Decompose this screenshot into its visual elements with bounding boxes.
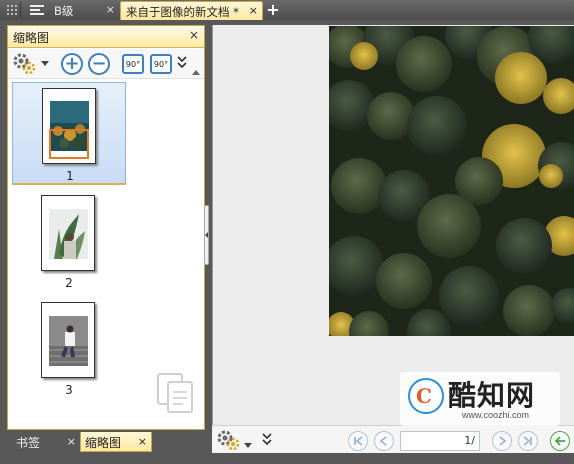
tab-strip-grip-icon[interactable]: [3, 2, 21, 18]
thumbnail-pane: 缩略图 × + − 90° 90° 1 2 3: [7, 25, 205, 430]
thumbnail-page-number: 1: [66, 169, 74, 183]
previous-page-button[interactable]: [374, 431, 394, 451]
tab-close-icon[interactable]: ×: [249, 4, 258, 17]
page-thumbnail: [41, 195, 95, 271]
viewport-indicator[interactable]: [49, 129, 89, 159]
bookmarks-tab-label: 书签: [16, 436, 41, 450]
page-thumbnail: [41, 302, 95, 378]
watermark-brand-text: 酷知网: [448, 379, 536, 412]
document-tab-strip: B级 × 来自于图像的新文档 * × +: [0, 0, 574, 20]
pane-splitter-handle[interactable]: [204, 205, 209, 265]
rotate-left-button[interactable]: 90°: [122, 54, 144, 74]
thumbnail-pane-title: 缩略图: [13, 31, 50, 45]
thumbnail-item[interactable]: 2: [12, 190, 126, 292]
pages-watermark-icon: [157, 373, 193, 413]
thumbnails-tab-close-icon[interactable]: ×: [138, 435, 147, 448]
rotate-right-button[interactable]: 90°: [150, 54, 172, 74]
first-page-button[interactable]: [348, 431, 368, 451]
tab-thumbnails[interactable]: 缩略图 ×: [80, 432, 152, 452]
settings-dropdown-icon[interactable]: [41, 61, 49, 67]
thumbnail-item[interactable]: 1: [12, 82, 126, 185]
new-tab-button[interactable]: +: [265, 2, 281, 18]
page-number-input[interactable]: 1/: [400, 431, 480, 451]
thumbnail-item[interactable]: 3: [12, 297, 126, 400]
thumbnail-pane-close-icon[interactable]: ×: [189, 28, 199, 42]
thumbnail-page-number: 2: [65, 276, 73, 290]
tab-document-b[interactable]: B级 ×: [24, 1, 119, 20]
tab-label: B级: [54, 4, 74, 18]
watermark-site-url: www.coozhi.com: [462, 410, 530, 420]
tab-label: 来自于图像的新文档 *: [126, 5, 239, 19]
tab-new-document-from-image[interactable]: 来自于图像的新文档 * ×: [120, 1, 263, 20]
nav-more-icon[interactable]: [262, 433, 272, 447]
page-navigation-bar: 1/: [212, 425, 574, 453]
person-thumbnail-image: [49, 316, 88, 366]
collapse-arrow-icon: [205, 232, 208, 238]
thumbnail-page-number: 3: [65, 383, 73, 397]
tab-close-icon[interactable]: ×: [106, 3, 115, 16]
go-back-view-button[interactable]: [550, 431, 570, 451]
view-settings-gear-icon[interactable]: [216, 429, 242, 451]
bookmarks-tab-close-icon[interactable]: ×: [67, 435, 76, 448]
site-logo-icon: C: [408, 378, 444, 414]
thumbnail-list: 1 2 3: [8, 80, 204, 430]
plants-thumbnail-image: [49, 209, 88, 259]
thumbnail-pane-header: 缩略图 ×: [8, 26, 204, 48]
next-page-button[interactable]: [492, 431, 512, 451]
last-page-button[interactable]: [518, 431, 538, 451]
tab-bookmarks[interactable]: 书签 ×: [12, 432, 80, 452]
scroll-up-icon[interactable]: [192, 70, 200, 75]
document-list-icon: [30, 4, 44, 16]
forest-aerial-photo: [329, 26, 574, 336]
site-watermark: C 酷知网 www.coozhi.com: [400, 372, 560, 426]
zoom-in-button[interactable]: +: [61, 53, 83, 75]
toolbar-more-icon[interactable]: [176, 55, 188, 71]
view-settings-dropdown-icon[interactable]: [244, 438, 252, 448]
document-view[interactable]: [212, 25, 574, 425]
zoom-out-button[interactable]: −: [88, 53, 110, 75]
settings-gear-icon[interactable]: [12, 52, 40, 76]
page-thumbnail: [42, 88, 96, 164]
thumbnails-tab-label: 缩略图: [85, 436, 122, 450]
thumbnail-toolbar: + − 90° 90°: [8, 49, 204, 79]
